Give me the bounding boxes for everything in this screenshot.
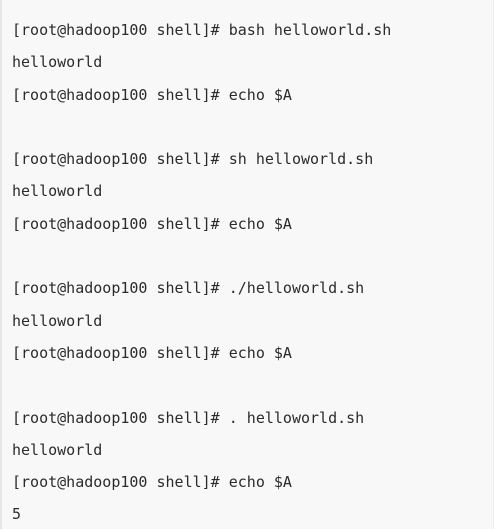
empty-output-line: [12, 240, 391, 272]
command-line: [root@hadoop100 shell]# bash helloworld.…: [12, 21, 392, 39]
command-line: [root@hadoop100 shell]# echo $A: [12, 343, 292, 362]
output-line: helloworld: [12, 311, 103, 330]
command-line: [root@hadoop100 shell]# . helloworld.sh: [12, 408, 365, 427]
empty-output-line: [12, 111, 391, 143]
output-line: helloworld: [12, 53, 103, 72]
command-line: [root@hadoop100 shell]# sh helloworld.sh: [12, 150, 374, 169]
command-line: [root@hadoop100 shell]# echo $A: [12, 473, 292, 492]
output-line: 5: [12, 505, 22, 524]
empty-output-line: [12, 369, 391, 401]
output-line: helloworld: [12, 182, 103, 201]
command-line: [root@hadoop100 shell]# echo $A: [12, 214, 292, 233]
command-line: [root@hadoop100 shell]# ./helloworld.sh: [12, 279, 365, 298]
output-line: helloworld: [12, 440, 103, 459]
code-block: [root@hadoop100 shell]# bash helloworld.…: [0, 0, 494, 529]
command-line: [root@hadoop100 shell]# echo $A: [12, 85, 292, 104]
terminal-output: [root@hadoop100 shell]# bash helloworld.…: [12, 14, 391, 531]
